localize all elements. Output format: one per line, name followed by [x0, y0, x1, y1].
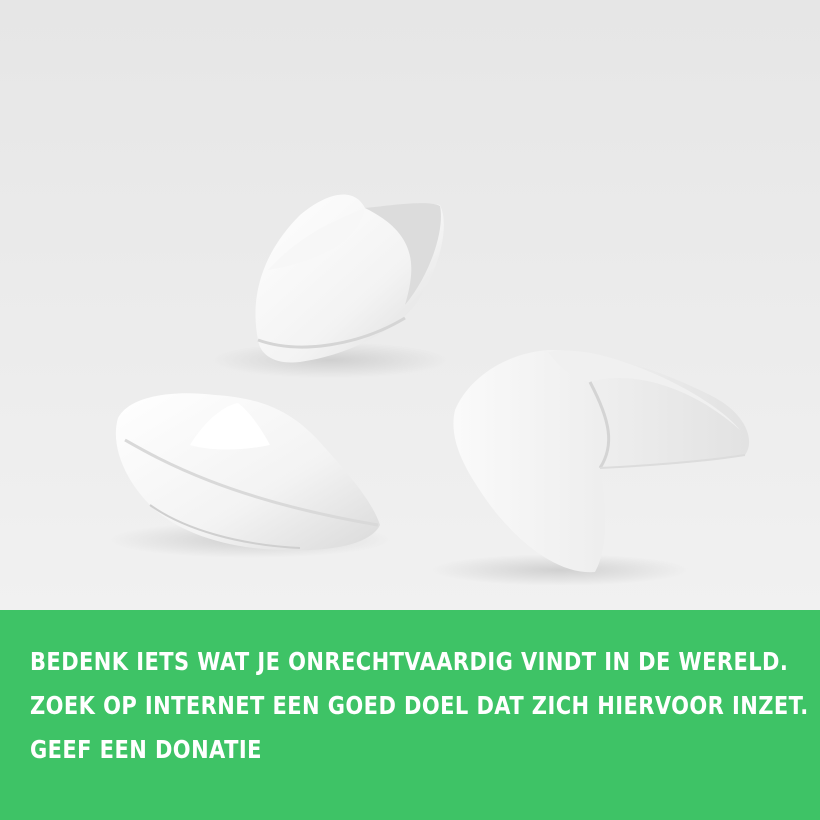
- fortune-cookies-photo: [0, 0, 820, 610]
- caption-line-3: GEEF EEN DONATIE: [30, 735, 262, 764]
- caption-line-1: BEDENK IETS WAT JE ONRECHTVAARDIG VINDT …: [30, 647, 789, 676]
- caption-banner: BEDENK IETS WAT JE ONRECHTVAARDIG VINDT …: [0, 610, 820, 820]
- caption-line-2: ZOEK OP INTERNET EEN GOED DOEL DAT ZICH …: [30, 691, 809, 720]
- post-card: BEDENK IETS WAT JE ONRECHTVAARDIG VINDT …: [0, 0, 820, 820]
